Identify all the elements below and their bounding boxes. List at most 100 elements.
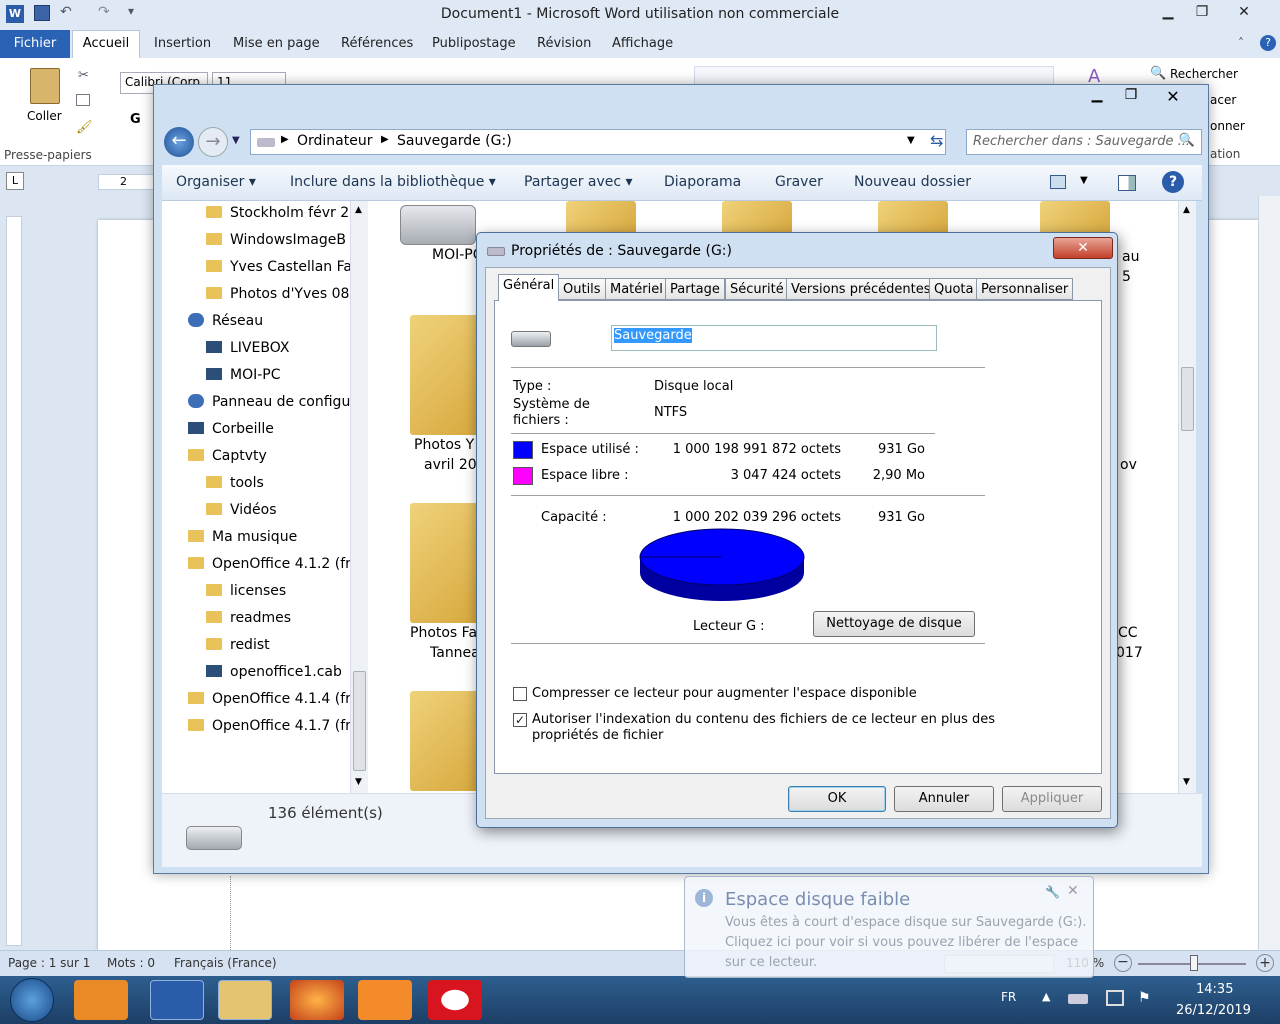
search-icon[interactable]: 🔍 <box>1179 133 1195 148</box>
indexing-checkbox[interactable]: ✓ <box>513 713 527 727</box>
apply-button[interactable]: Appliquer <box>1002 786 1102 812</box>
nav-item[interactable]: WindowsImageB <box>206 232 350 248</box>
help-icon[interactable]: ? <box>1260 35 1276 51</box>
include-library-button[interactable]: Inclure dans la bibliothèque ▾ <box>290 174 496 190</box>
moi-pc-drive-icon[interactable] <box>400 205 476 245</box>
navigation-scrollbar[interactable]: ▲ ▼ <box>350 201 368 793</box>
settings-icon[interactable]: 🔧 <box>1045 885 1060 899</box>
view-dropdown-icon[interactable]: ▼ <box>1080 175 1088 186</box>
photo-folder-icon[interactable] <box>410 315 480 435</box>
nav-item[interactable]: MOI-PC <box>206 367 350 383</box>
nav-item[interactable]: OpenOffice 4.1.7 (fr <box>188 718 350 734</box>
folder-label[interactable]: au <box>1122 249 1139 265</box>
breadcrumb-separator-icon[interactable]: ▶ <box>381 134 389 145</box>
action-center-icon[interactable]: ⚑ <box>1138 990 1151 1006</box>
address-bar[interactable]: ▶ Ordinateur ▶ Sauvegarde (G:) ▼ <box>250 129 946 155</box>
tab-mise-en-page[interactable]: Mise en page <box>233 36 320 51</box>
nav-item[interactable]: licenses <box>206 583 350 599</box>
zoom-out-icon[interactable]: − <box>1114 954 1132 972</box>
format-painter-icon[interactable]: 🖌 <box>76 120 93 135</box>
tab-outils[interactable]: Outils <box>558 278 606 300</box>
low-disk-notification[interactable]: i Espace disque faible 🔧 ✕ Vous êtes à c… <box>684 876 1094 978</box>
nav-item[interactable]: Panneau de configu <box>188 394 350 410</box>
maximize-button[interactable]: ❐ <box>1180 0 1224 24</box>
breadcrumb-sauvegarde[interactable]: Sauvegarde (G:) <box>397 133 512 149</box>
language-indicator[interactable]: Français (France) <box>174 956 277 970</box>
tab-selector-icon[interactable]: L <box>6 172 24 190</box>
compress-label[interactable]: Compresser ce lecteur pour augmenter l'e… <box>532 686 917 701</box>
nav-item[interactable]: Photos d'Yves 08 <box>206 286 350 302</box>
tab-publipostage[interactable]: Publipostage <box>432 36 516 51</box>
drive-tray-icon[interactable] <box>1068 994 1088 1004</box>
scroll-down-icon[interactable]: ▼ <box>355 777 362 787</box>
content-scroll-thumb[interactable] <box>1181 367 1194 431</box>
copy-icon[interactable] <box>76 94 90 106</box>
zoom-in-icon[interactable]: + <box>1256 954 1274 972</box>
breadcrumb-separator-icon[interactable]: ▶ <box>281 134 289 145</box>
scroll-down-icon[interactable]: ▼ <box>1183 777 1190 787</box>
bold-button[interactable]: G <box>130 112 141 127</box>
tab-accueil[interactable]: Accueil <box>72 30 140 58</box>
tab-insertion[interactable]: Insertion <box>154 36 211 51</box>
avast-icon[interactable] <box>358 980 412 1020</box>
new-folder-button[interactable]: Nouveau dossier <box>854 174 971 190</box>
photo-folder-icon[interactable] <box>410 503 480 623</box>
slideshow-button[interactable]: Diaporama <box>664 174 741 190</box>
explorer-taskbar-icon[interactable] <box>218 980 272 1020</box>
word-taskbar-icon[interactable] <box>150 980 204 1020</box>
content-scrollbar[interactable]: ▲ ▼ <box>1178 201 1196 793</box>
word-vertical-scrollbar[interactable] <box>1258 196 1280 950</box>
history-dropdown-icon[interactable]: ▼ <box>232 135 240 146</box>
folder-label[interactable]: avril 20 <box>424 457 477 473</box>
minimize-ribbon-icon[interactable]: ˄ <box>1238 36 1244 50</box>
breadcrumb-ordinateur[interactable]: Ordinateur <box>297 133 373 149</box>
clock-date[interactable]: 26/12/2019 <box>1176 1003 1251 1018</box>
nav-item[interactable]: openoffice1.cab <box>206 664 350 680</box>
replace-label[interactable]: acer <box>1210 93 1236 107</box>
close-button[interactable]: ✕ <box>1222 0 1266 24</box>
notification-close-icon[interactable]: ✕ <box>1067 883 1079 899</box>
nav-item[interactable]: redist <box>206 637 350 653</box>
paste-label[interactable]: Coller <box>27 109 62 123</box>
folder-label[interactable]: CC <box>1118 625 1138 641</box>
start-button[interactable] <box>10 978 54 1022</box>
burn-button[interactable]: Graver <box>775 174 823 190</box>
nav-item[interactable]: OpenOffice 4.1.4 (fr <box>188 691 350 707</box>
find-label[interactable]: Rechercher <box>1170 67 1238 81</box>
volume-name-input[interactable]: Sauvegarde <box>611 325 937 351</box>
compress-checkbox[interactable] <box>513 687 527 701</box>
tab-affichage[interactable]: Affichage <box>612 36 673 51</box>
nav-item[interactable]: Réseau <box>188 313 350 329</box>
firefox-icon[interactable] <box>290 980 344 1020</box>
address-dropdown-icon[interactable]: ▼ <box>907 135 915 146</box>
nav-item[interactable]: Ma musique <box>188 529 350 545</box>
explorer-search-input[interactable]: Rechercher dans : Sauvegarde ... 🔍 <box>966 129 1202 155</box>
show-hidden-icons[interactable]: ▲ <box>1042 990 1050 1003</box>
tab-revision[interactable]: Révision <box>537 36 591 51</box>
folder-label[interactable]: Photos Fa <box>410 625 477 641</box>
input-language[interactable]: FR <box>1001 990 1016 1004</box>
nav-item[interactable]: OpenOffice 4.1.2 (fr <box>188 556 350 572</box>
nav-item[interactable]: Yves Castellan Fa <box>206 259 350 275</box>
tab-references[interactable]: Références <box>341 36 413 51</box>
find-icon[interactable]: 🔍 <box>1150 66 1166 81</box>
indexing-label-1[interactable]: Autoriser l'indexation du contenu des fi… <box>532 712 995 727</box>
tab-general[interactable]: Général <box>498 274 560 301</box>
folder-label[interactable]: ov <box>1120 457 1137 473</box>
tab-partage[interactable]: Partage <box>665 278 725 300</box>
tab-securite[interactable]: Sécurité <box>725 278 789 300</box>
moi-pc-label[interactable]: MOI-PC <box>432 247 483 263</box>
organiser-button[interactable]: Organiser ▾ <box>176 174 256 190</box>
scroll-up-icon[interactable]: ▲ <box>355 205 362 215</box>
select-label[interactable]: onner <box>1210 119 1245 133</box>
explorer-close-button[interactable]: ✕ <box>1148 87 1198 107</box>
photo-folder-icon[interactable] <box>410 691 480 791</box>
scroll-up-icon[interactable]: ▲ <box>1183 205 1190 215</box>
folder-label[interactable]: Tannea <box>430 645 480 661</box>
paste-icon[interactable] <box>30 68 60 104</box>
tab-materiel[interactable]: Matériel <box>605 278 668 300</box>
nav-item[interactable]: Stockholm févr 2 <box>206 205 350 221</box>
vertical-ruler[interactable] <box>0 196 30 950</box>
indexing-label-2[interactable]: propriétés de fichier <box>532 728 663 743</box>
nav-item[interactable]: tools <box>206 475 350 491</box>
